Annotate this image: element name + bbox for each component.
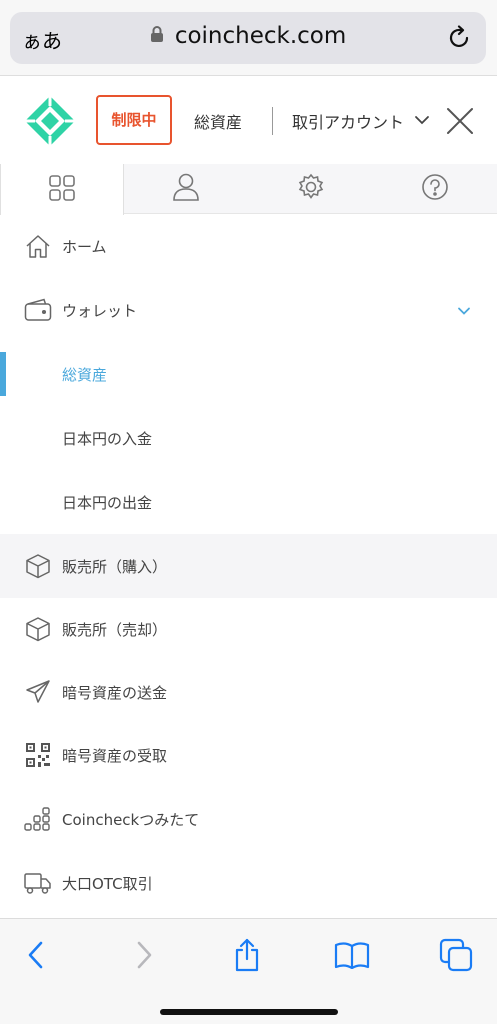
close-icon[interactable] — [446, 107, 474, 139]
share-icon[interactable] — [227, 935, 267, 975]
tabs-icon[interactable] — [436, 935, 476, 975]
browser-address-area: ぁあ coincheck.com — [0, 0, 497, 76]
submenu-item-label: 総資産 — [62, 365, 108, 384]
url-text: coincheck.com — [174, 23, 347, 49]
menu-item-label: 販売所（売却） — [62, 620, 168, 639]
truck-icon — [24, 869, 52, 897]
site-header: 制限中 総資産 取引アカウント — [0, 77, 497, 165]
submenu-item-jpy-deposit[interactable]: 日本円の入金 — [0, 406, 497, 470]
tab-help[interactable] — [373, 164, 497, 214]
tab-user[interactable] — [124, 164, 248, 214]
menu-item-label: ウォレット — [62, 301, 138, 320]
browser-toolbar — [0, 918, 497, 1024]
wallet-icon — [24, 296, 52, 324]
qr-code-icon — [24, 741, 52, 769]
menu-item-label: 暗号資産の受取 — [62, 746, 168, 765]
reload-icon[interactable] — [448, 25, 472, 55]
status-badge[interactable]: 制限中 — [96, 95, 172, 145]
menu-item-label: 販売所（購入） — [62, 557, 168, 576]
submenu-item-total-assets[interactable]: 総資産 — [0, 342, 497, 406]
stacked-blocks-icon — [24, 805, 52, 833]
address-bar[interactable]: ぁあ coincheck.com — [10, 12, 486, 64]
menu-item-home[interactable]: ホーム — [0, 214, 497, 278]
send-icon — [24, 678, 52, 706]
user-icon — [172, 172, 200, 206]
chevron-down-icon[interactable] — [457, 301, 471, 320]
home-indicator — [160, 1009, 338, 1015]
forward-icon[interactable] — [124, 935, 164, 975]
tab-settings[interactable] — [249, 164, 373, 214]
header-divider — [272, 107, 273, 135]
back-icon[interactable] — [16, 935, 56, 975]
submenu-item-label: 日本円の入金 — [62, 429, 153, 448]
menu-item-buy[interactable]: 販売所（購入） — [0, 534, 497, 598]
lock-icon — [150, 25, 164, 47]
home-icon — [24, 232, 52, 260]
url-display[interactable]: coincheck.com — [10, 23, 486, 49]
menu-tabs — [0, 164, 497, 215]
menu-item-send-crypto[interactable]: 暗号資産の送金 — [0, 660, 497, 724]
help-icon — [421, 173, 449, 205]
menu-item-receive-crypto[interactable]: 暗号資産の受取 — [0, 723, 497, 787]
menu-item-label: Coincheckつみたて — [62, 810, 200, 829]
tab-grid[interactable] — [0, 164, 124, 215]
menu-item-wallet[interactable]: ウォレット — [0, 278, 497, 342]
total-assets-link[interactable]: 総資産 — [194, 109, 242, 133]
chevron-down-icon[interactable] — [414, 111, 430, 130]
menu-item-sell[interactable]: 販売所（売却） — [0, 597, 497, 661]
menu-item-otc[interactable]: 大口OTC取引 — [0, 851, 497, 915]
box-icon — [24, 552, 52, 580]
bookmarks-icon[interactable] — [332, 935, 372, 975]
menu-item-tsumitate[interactable]: Coincheckつみたて — [0, 787, 497, 851]
box-icon — [24, 615, 52, 643]
menu-item-label: 大口OTC取引 — [62, 874, 153, 893]
account-selector[interactable]: 取引アカウント — [292, 109, 404, 133]
coincheck-logo[interactable] — [24, 95, 76, 151]
grid-icon — [48, 174, 76, 206]
gear-icon — [297, 173, 325, 205]
submenu-item-jpy-withdraw[interactable]: 日本円の出金 — [0, 470, 497, 534]
menu-item-label: ホーム — [62, 237, 107, 256]
submenu-item-label: 日本円の出金 — [62, 493, 153, 512]
menu-item-label: 暗号資産の送金 — [62, 683, 168, 702]
